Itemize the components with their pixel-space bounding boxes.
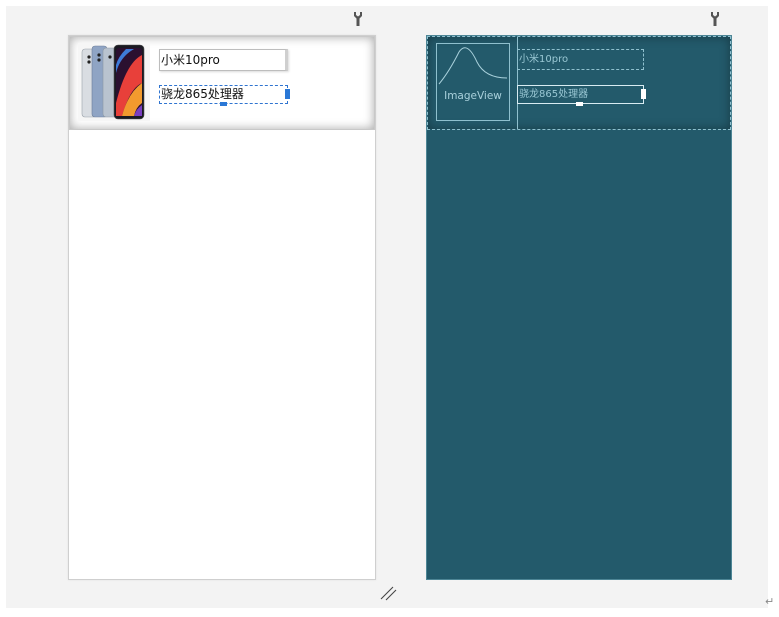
blueprint-title-textview[interactable]: 小米10pro xyxy=(517,49,644,70)
blueprint-selection-handle-right[interactable] xyxy=(641,89,646,99)
selection-handle-bottom[interactable] xyxy=(220,102,227,106)
layout-editor-canvas: 小米10pro 骁龙865处理器 ImageView 小米10pro 骁龙865… xyxy=(6,6,768,608)
blueprint-list-item-layout[interactable]: ImageView 小米10pro 骁龙865处理器 xyxy=(427,36,731,130)
blueprint-description-textview[interactable]: 骁龙865处理器 xyxy=(517,85,646,106)
wrench-icon[interactable] xyxy=(353,11,365,27)
paragraph-return-mark: ↵ xyxy=(765,595,775,608)
blueprint-imageview[interactable]: ImageView xyxy=(436,43,510,121)
imageview-label: ImageView xyxy=(444,90,502,102)
blueprint-selection-handle-bottom[interactable] xyxy=(576,102,583,106)
description-text: 骁龙865处理器 xyxy=(161,87,244,101)
list-item-layout[interactable]: 小米10pro 骁龙865处理器 xyxy=(69,36,375,130)
design-preview-pane[interactable]: 小米10pro 骁龙865处理器 xyxy=(68,35,376,580)
blueprint-pane[interactable]: ImageView 小米10pro 骁龙865处理器 xyxy=(426,35,732,580)
title-textview[interactable]: 小米10pro xyxy=(159,49,288,71)
selection-handle-right[interactable] xyxy=(285,89,290,99)
resize-grip-icon[interactable] xyxy=(377,581,399,603)
description-textview[interactable]: 骁龙865处理器 xyxy=(159,85,290,106)
image-placeholder-curve-icon xyxy=(438,47,508,85)
wrench-icon[interactable] xyxy=(710,11,722,27)
phone-product-image[interactable] xyxy=(78,43,150,121)
blueprint-description-text: 骁龙865处理器 xyxy=(519,89,589,100)
